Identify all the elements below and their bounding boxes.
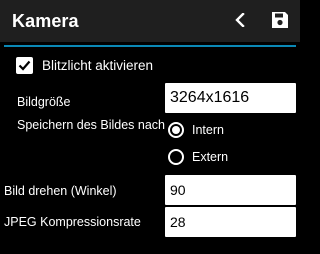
toolbar: Kamera	[0, 0, 300, 42]
radio-extern-row[interactable]: Extern	[168, 147, 228, 167]
radio-intern-label: Intern	[192, 123, 224, 137]
radio-selected-dot	[172, 126, 180, 134]
page-title: Kamera	[12, 11, 79, 31]
jpeg-label: JPEG Kompressionsrate	[4, 215, 141, 229]
radio-extern-label: Extern	[192, 150, 229, 164]
radio-extern[interactable]	[168, 149, 184, 165]
image-size-label: Bildgröße	[17, 95, 71, 109]
radio-intern-row[interactable]: Intern	[168, 120, 224, 140]
rotation-label: Bild drehen (Winkel)	[4, 184, 117, 198]
accent-divider	[4, 45, 296, 47]
jpeg-input[interactable]	[165, 207, 296, 237]
flash-label: Blitzlicht aktivieren	[42, 57, 154, 73]
image-size-input[interactable]	[165, 83, 296, 113]
save-icon	[272, 12, 288, 28]
chevron-left-icon	[235, 13, 245, 27]
checkmark-icon	[18, 60, 31, 71]
save-button[interactable]	[271, 11, 289, 29]
flash-checkbox[interactable]	[16, 56, 33, 74]
radio-intern[interactable]	[168, 122, 184, 138]
rotation-input[interactable]	[165, 175, 296, 205]
storage-label: Speichern des Bildes nach	[17, 118, 166, 132]
flash-checkbox-row[interactable]: Blitzlicht aktivieren	[16, 55, 153, 75]
back-button[interactable]	[231, 11, 249, 29]
